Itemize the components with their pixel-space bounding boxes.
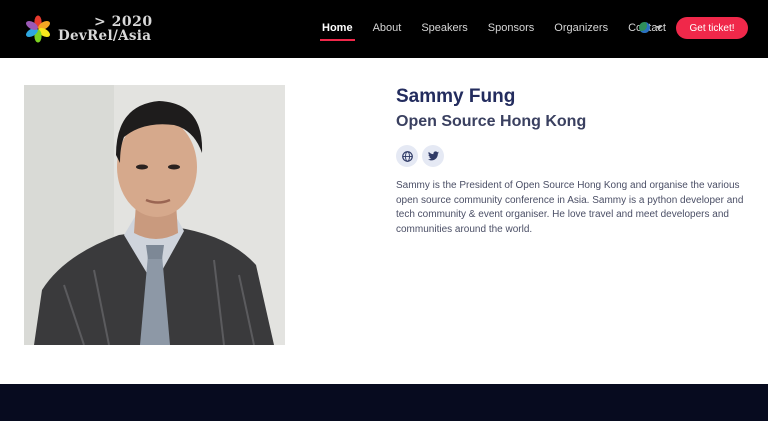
devrel-asia-logo[interactable]: > 2020 DevRel/Asia [24,14,154,46]
speaker-photo [24,85,285,345]
twitter-icon [427,151,439,161]
nav-link-about[interactable]: About [371,0,404,58]
footer-band [0,384,768,421]
speaker-organization: Open Source Hong Kong [396,113,587,130]
twitter-link[interactable] [422,145,444,167]
speaker-portrait-image [24,85,285,345]
flower-logo-icon [26,15,50,43]
nav-link-speakers[interactable]: Speakers [419,0,469,58]
website-globe-icon [401,150,413,162]
top-navbar: > 2020 DevRel/Asia Home About Speakers S… [0,0,768,58]
speaker-social-links [396,145,448,167]
globe-icon [639,22,650,33]
logo-name-text: DevRel/Asia [58,28,152,44]
website-link[interactable] [396,145,418,167]
speaker-bio: Sammy is the President of Open Source Ho… [396,180,744,235]
get-ticket-button[interactable]: Get ticket! [676,17,748,39]
nav-link-organizers[interactable]: Organizers [552,0,610,58]
language-selector[interactable] [639,22,662,33]
speaker-name: Sammy Fung [396,86,516,107]
chevron-down-icon [656,25,662,30]
main-nav: Home About Speakers Sponsors Organizers … [320,0,684,58]
nav-link-sponsors[interactable]: Sponsors [486,0,536,58]
nav-link-home[interactable]: Home [320,0,355,58]
